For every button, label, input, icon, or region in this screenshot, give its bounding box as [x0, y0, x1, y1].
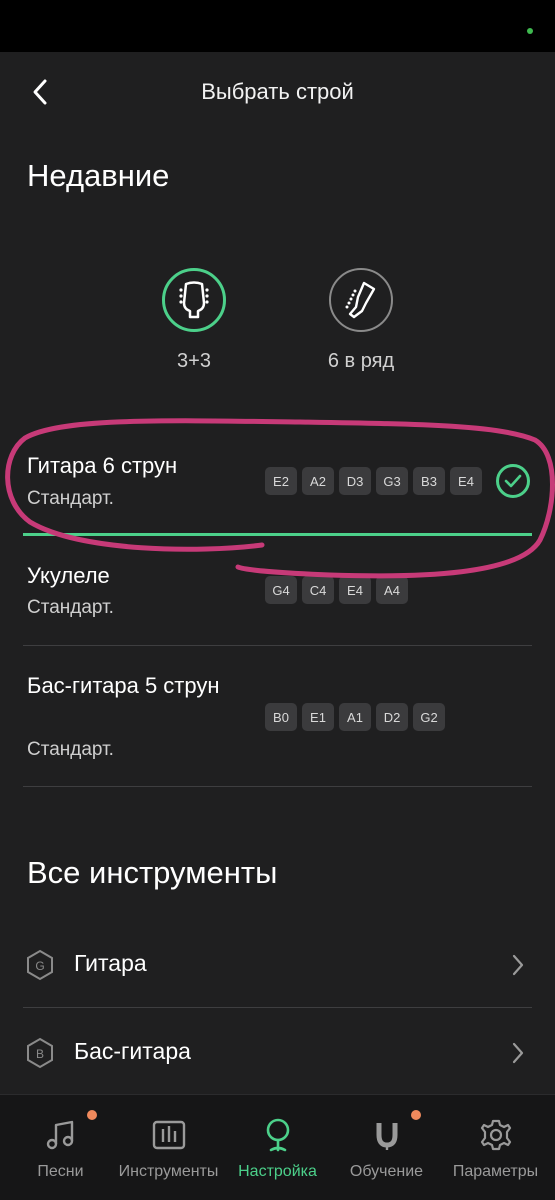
music-note-icon — [43, 1117, 79, 1153]
tab-instruments[interactable]: Инструменты — [113, 1095, 224, 1200]
tuning-name: Гитара 6 струн — [27, 453, 178, 478]
note-chip: G2 — [413, 703, 445, 731]
chevron-right-icon — [512, 1042, 524, 1064]
tab-songs[interactable]: Песни — [5, 1095, 116, 1200]
note-chips: G4 C4 E4 A4 — [265, 576, 408, 604]
page-title: Выбрать строй — [201, 79, 354, 104]
tuning-row-bass5[interactable]: Бас-гитара 5 струн Стандарт. B0 E1 A1 D2… — [0, 655, 555, 785]
note-chip: A1 — [339, 703, 371, 731]
recent-section-title: Недавние — [27, 158, 170, 193]
tab-tuner[interactable]: Настройка — [222, 1095, 333, 1200]
note-chip: B0 — [265, 703, 297, 731]
bottom-tab-bar: Песни Инструменты Настройка Обучение Пар… — [0, 1094, 555, 1200]
note-chips: B0 E1 A1 D2 G2 — [265, 703, 445, 731]
top-bar: Выбрать строй — [0, 52, 555, 132]
headstock-6inline-option[interactable]: 6 в ряд — [311, 268, 411, 373]
recent-headstock-options: 3+3 6 в ряд — [0, 268, 555, 378]
tuning-style: Стандарт. — [27, 739, 114, 760]
note-chip: D2 — [376, 703, 408, 731]
tuner-icon — [260, 1117, 296, 1153]
status-bar — [0, 0, 555, 52]
all-instruments-title: Все инструменты — [27, 855, 278, 890]
notification-badge — [411, 1110, 421, 1120]
tab-settings[interactable]: Параметры — [440, 1095, 551, 1200]
tab-label: Инструменты — [118, 1163, 219, 1180]
note-chip: G4 — [265, 576, 297, 604]
note-chip: E4 — [339, 576, 371, 604]
headstock-3plus3-label: 3+3 — [177, 350, 211, 372]
note-chip: E1 — [302, 703, 334, 731]
magnet-icon — [369, 1117, 405, 1153]
tab-label: Параметры — [452, 1163, 539, 1180]
note-chip: G3 — [376, 467, 408, 495]
note-chip: B3 — [413, 467, 445, 495]
tab-label: Настройка — [238, 1163, 317, 1180]
note-chips: E2 A2 D3 G3 B3 E4 — [265, 467, 482, 495]
note-chip: C4 — [302, 576, 334, 604]
chevron-right-icon — [512, 954, 524, 976]
instrument-row-guitar[interactable]: G Гитара — [0, 935, 555, 995]
note-chip: A2 — [302, 467, 334, 495]
bass-letter: B — [36, 1047, 44, 1061]
instrument-row-bass[interactable]: B Бас-гитара — [0, 1023, 555, 1083]
selected-check-icon — [496, 464, 530, 498]
divider — [23, 645, 532, 646]
tab-learning[interactable]: Обучение — [331, 1095, 442, 1200]
headstock-6inline-icon — [329, 268, 393, 332]
tuning-style: Стандарт. — [27, 488, 114, 509]
status-indicator-dot — [527, 28, 533, 34]
tuning-name: Укулеле — [27, 563, 110, 588]
bass-hexagon-icon: B — [27, 1037, 53, 1069]
tuning-row-guitar6[interactable]: Гитара 6 струн Стандарт. E2 A2 D3 G3 B3 … — [0, 440, 555, 535]
note-chip: E4 — [450, 467, 482, 495]
headstock-3plus3-icon — [162, 268, 226, 332]
divider — [23, 1007, 532, 1008]
headstock-3plus3-option[interactable]: 3+3 — [144, 268, 244, 373]
guitar-letter: G — [35, 959, 44, 973]
gear-icon — [478, 1117, 514, 1153]
notification-badge — [87, 1110, 97, 1120]
note-chip: E2 — [265, 467, 297, 495]
tab-label: Обучение — [349, 1163, 424, 1180]
tuning-row-ukulele[interactable]: Укулеле Стандарт. G4 C4 E4 A4 — [0, 545, 555, 643]
tuning-style: Стандарт. — [27, 597, 114, 618]
tab-label: Песни — [37, 1163, 84, 1180]
instrument-name: Гитара — [74, 950, 147, 976]
tuning-name: Бас-гитара 5 струн — [27, 673, 220, 698]
guitar-hexagon-icon: G — [27, 949, 53, 981]
selected-underline — [23, 533, 532, 536]
instrument-name: Бас-гитара — [74, 1038, 191, 1064]
note-chip: A4 — [376, 576, 408, 604]
note-chip: D3 — [339, 467, 371, 495]
divider — [23, 786, 532, 787]
headstock-6inline-label: 6 в ряд — [327, 350, 395, 372]
equalizer-icon — [151, 1117, 187, 1153]
